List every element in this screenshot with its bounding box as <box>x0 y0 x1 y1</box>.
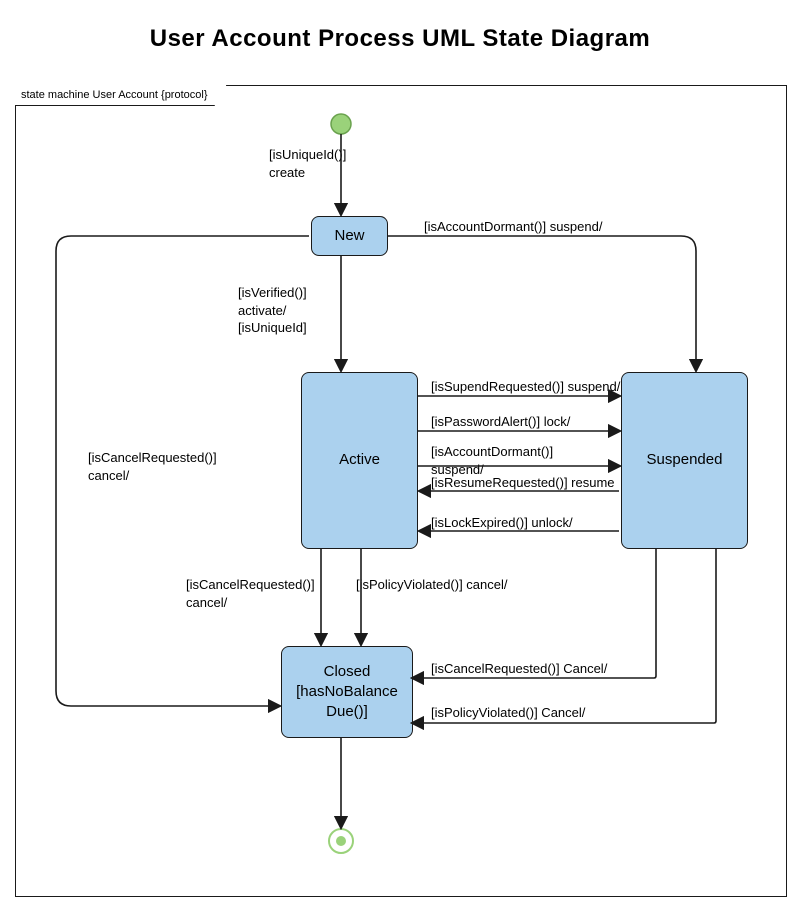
transition-new-suspended: [isAccountDormant()] suspend/ <box>424 218 602 236</box>
initial-state-icon <box>331 114 351 134</box>
transition-suspended-active-1: [isResumeRequested()] resume <box>431 474 615 492</box>
state-closed: Closed [hasNoBalance Due()] <box>281 646 413 738</box>
transition-new-closed: [isCancelRequested()] cancel/ <box>88 449 217 484</box>
state-closed-label: Closed [hasNoBalance Due()] <box>296 662 398 723</box>
state-active-label: Active <box>339 450 380 470</box>
state-machine-frame: state machine User Account {protocol} Ne… <box>15 85 787 897</box>
transition-active-suspended-3: [isAccountDormant()] suspend/ <box>431 443 553 478</box>
transition-active-suspended-2: [isPasswordAlert()] lock/ <box>431 413 570 431</box>
transition-new-active: [isVerified()] activate/ [isUniqueId] <box>238 284 307 337</box>
transition-active-suspended-1: [isSupendRequested()] suspend/ <box>431 378 620 396</box>
transition-suspended-closed-1: [isCancelRequested()] Cancel/ <box>431 660 607 678</box>
state-suspended: Suspended <box>621 372 748 549</box>
final-state-outer-icon <box>329 829 353 853</box>
transition-active-closed-1: [isCancelRequested()] cancel/ <box>186 576 315 611</box>
frame-label: state machine User Account {protocol} <box>15 85 227 106</box>
state-new-label: New <box>334 226 364 246</box>
diagram-title: User Account Process UML State Diagram <box>0 0 800 68</box>
state-new: New <box>311 216 388 256</box>
transition-active-closed-2: [isPolicyViolated()] cancel/ <box>356 576 508 594</box>
final-state-inner-icon <box>336 836 346 846</box>
transition-suspended-closed-2: [isPolicyViolated()] Cancel/ <box>431 704 585 722</box>
transition-init-new: [isUniqueId()] create <box>269 146 346 181</box>
transition-suspended-active-2: [isLockExpired()] unlock/ <box>431 514 573 532</box>
state-active: Active <box>301 372 418 549</box>
state-suspended-label: Suspended <box>647 450 723 470</box>
